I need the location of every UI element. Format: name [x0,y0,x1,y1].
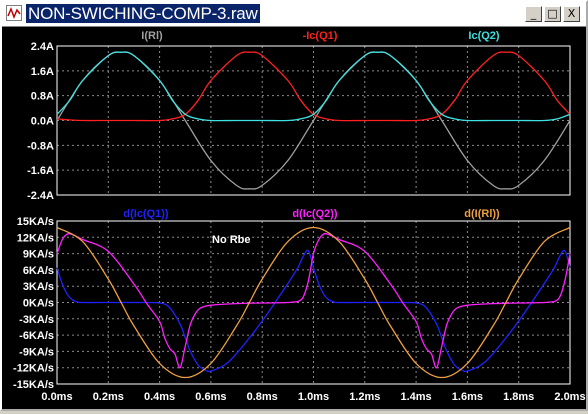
plot-canvas[interactable]: 2.4A 1.6A 0.8A 0.0A -0.8A -1.6A -2.4A I(Rl) -Ic(… [2,27,586,409]
current-y-tick-label: 0.0A [31,116,54,128]
derivative-x-tick-label: 0.2ms [93,391,124,403]
current-y-tick-label: 1.6A [31,66,54,78]
current-y-tick-label: 0.8A [31,91,54,103]
close-button[interactable]: X [563,6,580,22]
derivative-y-tick-label: 9KA/s [23,249,54,261]
derivative-x-tick-label: 0.8ms [247,391,278,403]
window-title: NON-SWICHING-COMP-3.raw [26,4,260,23]
derivative-y-tick-label: -12KA/s [13,363,54,375]
current-y-tick-label: -0.8A [27,140,54,152]
derivative-y-tick-label: -15KA/s [13,379,54,391]
current-legend-0: I(Rl) [141,30,163,42]
derivative-y-tick-label: -3KA/s [19,314,54,326]
derivative-y-tick-label: 6KA/s [23,265,54,277]
derivative-x-tick-label: 1.4ms [400,391,431,403]
derivative-x-tick-label: 0.4ms [144,391,175,403]
derivative-series-0-trace [56,249,571,373]
current-legend-2: Ic(Q2) [468,30,500,42]
derivative-x-tick-label: 1.0ms [298,391,329,403]
current-legend-1: -Ic(Q1) [303,30,338,42]
derivative-y-tick-label: 12KA/s [17,232,54,244]
maximize-button[interactable]: □ [544,6,561,22]
title-bar[interactable]: NON-SWICHING-COMP-3.raw _ □ X [2,2,586,27]
derivative-y-tick-label: -6KA/s [19,330,54,342]
minimize-button[interactable]: _ [525,6,542,22]
plot-area[interactable]: 2.4A 1.6A 0.8A 0.0A -0.8A -1.6A -2.4A I(Rl) -Ic(… [2,27,586,409]
waveform-window: NON-SWICHING-COMP-3.raw _ □ X 2.4A 1.6A 0.… [0,0,588,411]
derivative-x-tick-label: 0.6ms [195,391,226,403]
derivative-x-tick-label: 1.8ms [503,391,534,403]
derivative-y-tick-label: -9KA/s [19,346,54,358]
derivative-x-tick-label: 0.0ms [41,391,72,403]
derivative-legend-2: d(I(Rl)) [464,208,500,220]
current-y-tick-label: -1.6A [27,165,54,177]
derivative-legend-0: d(Ic(Q1)) [123,208,169,220]
derivative-x-tick-label: 1.2ms [349,391,380,403]
current-y-tick-label: 2.4A [31,41,54,53]
derivative-y-tick-label: 15KA/s [17,216,54,228]
derivative-legend-1: d(Ic(Q2)) [292,208,338,220]
derivative-x-tick-label: 2.0ms [554,391,585,403]
derivative-x-tick-label: 1.6ms [452,391,483,403]
derivative-y-tick-label: 3KA/s [23,281,54,293]
current-y-tick-label: -2.4A [27,190,54,202]
waveform-app-icon [6,5,22,21]
annotation-no-rbe: No Rbe [212,234,251,246]
derivative-y-tick-label: 0KA/s [23,298,54,310]
